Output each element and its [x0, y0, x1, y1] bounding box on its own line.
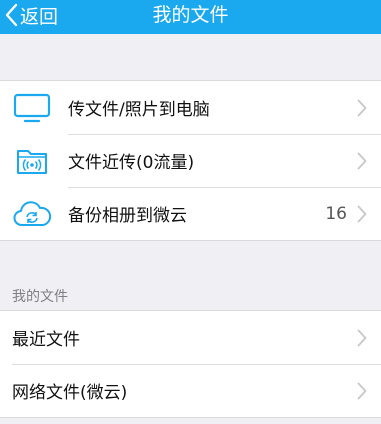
transfer-group: 传文件/照片到电脑 文件近传(0流量) 备份相册到微云 16 [0, 80, 381, 241]
cloud-sync-icon [12, 196, 52, 232]
list-item-network-files[interactable]: 网络文件(微云) [0, 364, 381, 417]
chevron-right-icon [357, 205, 367, 223]
chevron-right-icon [357, 382, 367, 400]
item-count-badge: 16 [325, 203, 347, 224]
my-files-group: 最近文件 网络文件(微云) [0, 310, 381, 418]
folder-wireless-icon [12, 143, 52, 179]
chevron-right-icon [357, 99, 367, 117]
list-item-label: 备份相册到微云 [68, 206, 187, 226]
page-title: 我的文件 [152, 4, 229, 26]
chevron-right-icon [357, 329, 367, 347]
list-item-recent-files[interactable]: 最近文件 [0, 311, 381, 364]
list-item-label: 传文件/照片到电脑 [68, 100, 210, 120]
list-item-label: 网络文件(微云) [12, 383, 128, 403]
list-item-send-to-pc[interactable]: 传文件/照片到电脑 [0, 81, 381, 134]
section-header-my-files: 我的文件 [12, 289, 68, 305]
list-item-backup-album[interactable]: 备份相册到微云 16 [0, 187, 381, 240]
monitor-icon [12, 90, 52, 126]
list-item-label: 文件近传(0流量) [68, 153, 195, 173]
list-item-label: 最近文件 [12, 330, 80, 350]
list-item-nearby-transfer[interactable]: 文件近传(0流量) [0, 134, 381, 187]
navigation-bar: 返回 我的文件 [0, 0, 381, 34]
chevron-right-icon [357, 152, 367, 170]
